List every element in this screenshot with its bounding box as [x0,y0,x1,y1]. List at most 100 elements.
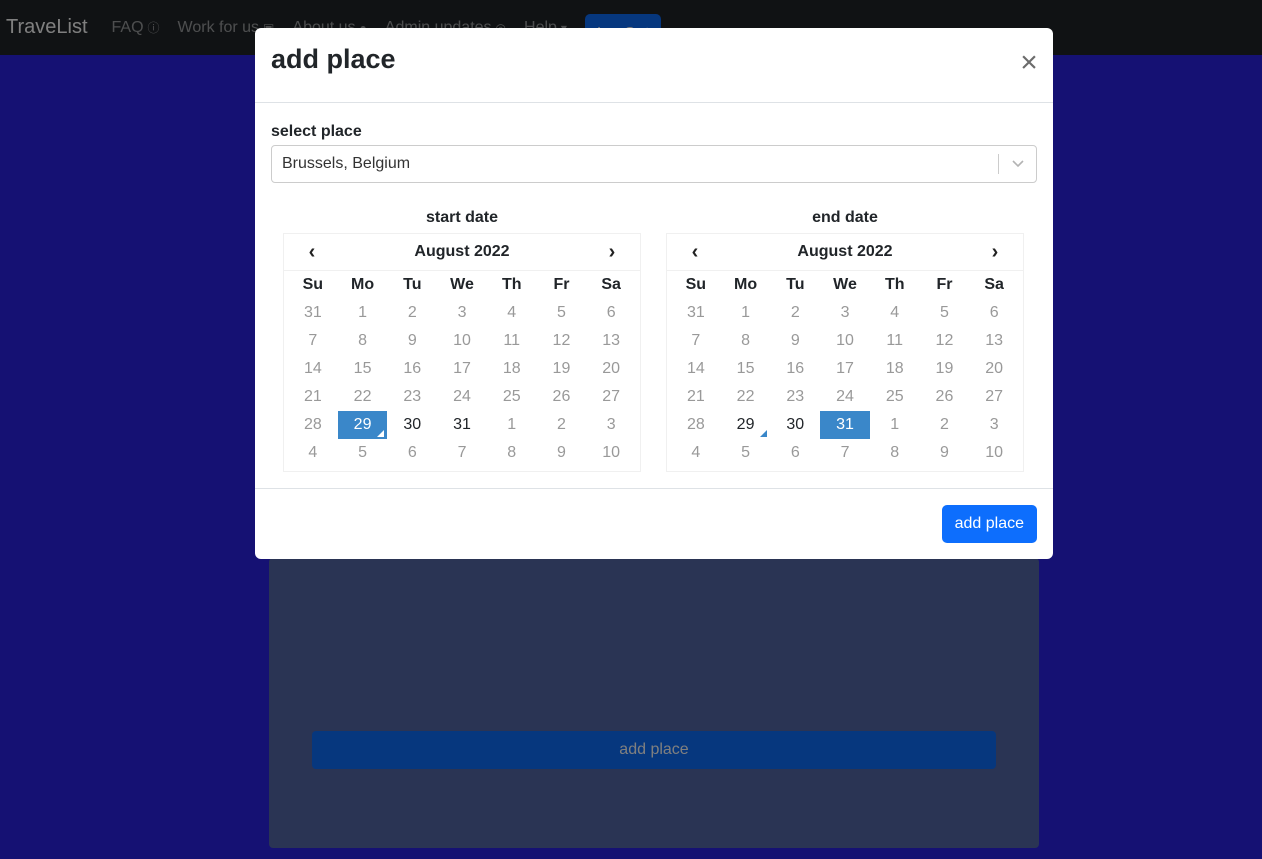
calendar-day: 2 [537,411,587,439]
calendar-day-label: 21 [686,388,705,405]
weekday-label: Th [884,276,905,293]
calendar-day-label: 8 [507,444,517,461]
calendar-day: 22 [338,383,388,411]
calendar-day: 27 [586,383,636,411]
place-select-value: Brussels, Belgium [282,155,411,172]
calendar-day-label: 4 [308,444,318,461]
calendar-day: 21 [288,383,338,411]
calendar-day: 24 [437,383,487,411]
calendar-day: 24 [820,383,870,411]
calendar-day-label: 15 [353,360,372,377]
calendar-day: 1 [870,411,920,439]
calendar-day: 9 [920,439,970,467]
calendar-grid: Su Mo Tu We Th Fr Sa 31 1 2 3 4 5 6 7 8 9 10 11 12 13 14 15 16 1… [284,271,640,467]
calendar-day-label: 12 [552,332,571,349]
calendar-day: 8 [870,439,920,467]
calendar-day-label: 9 [940,444,949,461]
calendar-day[interactable]: 31 [437,411,487,439]
calendar-day-label: 13 [985,332,1004,349]
calendar-day: 31 [671,299,721,327]
calendar-month: August 2022 [414,243,510,260]
calendar-day-label: 20 [602,360,621,377]
calendar-day: 5 [537,299,587,327]
calendar-day[interactable]: 30 [770,411,820,439]
calendar-day: 5 [920,299,970,327]
calendar-day: 19 [537,355,587,383]
calendar-day-label: 11 [503,332,521,349]
weekday-label: Su [302,276,324,293]
calendar-header: ‹ August 2022 › [284,234,640,271]
calendar-day: 10 [437,327,487,355]
calendar-day: 2 [770,299,820,327]
calendar-day-label: 29 [353,416,372,433]
calendar-day-label: 15 [736,360,755,377]
add-place-button[interactable]: add place [941,505,1037,543]
calendar-day: 12 [920,327,970,355]
calendar-day-label: 9 [557,444,566,461]
calendar-day-label: 5 [940,304,949,321]
weekday-label: Mo [351,276,375,293]
calendar-day: 6 [969,299,1019,327]
calendar-day-label: 5 [557,304,566,321]
calendar-day: 6 [387,439,437,467]
calendar-day-label: 8 [358,332,368,349]
calendar-day-label: 7 [308,332,318,349]
calendar-day: 8 [721,327,771,355]
chevron-down-icon[interactable] [1010,155,1026,171]
calendar-week-row: 4 5 6 7 8 9 10 [288,439,636,467]
calendar-day-label: 2 [940,416,949,433]
calendar-day: 7 [671,327,721,355]
weekday-label: We [833,276,857,293]
close-icon[interactable]: × [1019,48,1039,78]
calendar-day-label: 1 [890,416,900,433]
calendar-week-row: 14 15 16 17 18 19 20 [288,355,636,383]
calendar-day-label: 25 [502,388,521,405]
calendar-day[interactable]: 29 [721,411,771,439]
calendar-day-label: 29 [736,416,755,433]
calendar-day-label: 17 [453,360,471,377]
calendar-day: 19 [920,355,970,383]
end-calendar: ‹ August 2022 › Su Mo Tu We Th Fr Sa 31 1 2 3 4 5 6 7 8… [666,233,1024,472]
calendar-day-label: 31 [836,416,854,433]
place-select[interactable]: Brussels, Belgium [271,145,1037,183]
calendar-day: 11 [870,327,920,355]
calendar-day: 3 [820,299,870,327]
calendar-day[interactable]: 30 [387,411,437,439]
modal-header: add place × [255,28,1053,103]
next-month-button[interactable]: › [606,241,618,264]
calendar-day: 6 [586,299,636,327]
prev-month-button[interactable]: ‹ [306,241,318,264]
calendar-day-selected[interactable]: 31 [820,411,870,439]
calendar-day-label: 22 [736,388,755,405]
end-date-label: end date [812,209,878,226]
calendar-week-row: 21 22 23 24 25 26 27 [288,383,636,411]
calendar-day-label: 10 [836,332,854,349]
calendar-day-label: 23 [403,388,422,405]
start-date-picker: start date ‹ August 2022 › Su Mo Tu We Th Fr S… [283,209,641,472]
calendar-day-label: 1 [741,304,751,321]
calendar-day: 22 [721,383,771,411]
calendar-day-selected[interactable]: 29 [337,411,388,439]
calendar-day: 16 [387,355,437,383]
calendar-day: 4 [671,439,721,467]
calendar-day-label: 16 [403,360,422,377]
prev-month-button[interactable]: ‹ [689,241,701,264]
calendar-day: 7 [288,327,338,355]
calendar-day-label: 6 [606,304,616,321]
calendar-day-label: 27 [602,388,621,405]
calendar-day: 26 [537,383,587,411]
next-month-button[interactable]: › [989,241,1001,264]
calendar-day: 27 [969,383,1019,411]
weekday-label: Mo [734,276,758,293]
weekday-row: Su Mo Tu We Th Fr Sa [288,271,636,299]
weekday-label: Sa [984,276,1004,293]
weekday-label: Su [685,276,707,293]
calendar-day-label: 23 [786,388,805,405]
calendar-day-label: 2 [790,304,800,321]
calendar-day: 13 [586,327,636,355]
modal-footer: add place [255,488,1053,559]
calendar-day: 20 [969,355,1019,383]
calendar-day-label: 4 [691,444,701,461]
calendar-day: 3 [437,299,487,327]
calendar-month: August 2022 [797,243,893,260]
